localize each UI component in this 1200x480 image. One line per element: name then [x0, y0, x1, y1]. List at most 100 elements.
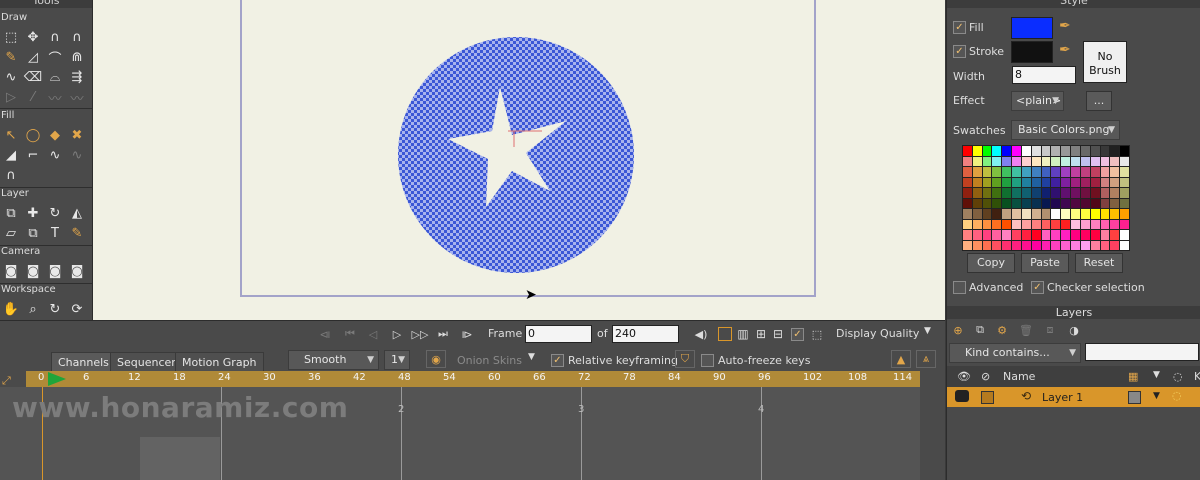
- tab-channels[interactable]: Channels: [51, 352, 116, 372]
- color-swatch[interactable]: [1002, 240, 1012, 250]
- color-swatch[interactable]: [1051, 219, 1061, 229]
- color-swatch[interactable]: [1110, 167, 1120, 177]
- paste-button[interactable]: Paste: [1021, 253, 1069, 273]
- color-swatch[interactable]: [1002, 219, 1012, 229]
- color-swatch[interactable]: [1051, 209, 1061, 219]
- color-swatch[interactable]: [1061, 177, 1071, 187]
- select-points-icon[interactable]: ⬚: [0, 28, 22, 47]
- curvature-icon[interactable]: ∩: [44, 28, 66, 47]
- color-swatch[interactable]: [982, 230, 992, 240]
- color-swatch[interactable]: [972, 156, 982, 166]
- color-swatch[interactable]: [1041, 177, 1051, 187]
- onion-dropdown-arrow-icon[interactable]: ▼: [528, 352, 535, 362]
- color-swatch[interactable]: [1021, 230, 1031, 240]
- color-swatch[interactable]: [1021, 146, 1031, 156]
- color-swatch[interactable]: [972, 240, 982, 250]
- color-swatch[interactable]: [1080, 167, 1090, 177]
- color-swatch[interactable]: [1120, 209, 1129, 219]
- color-swatch[interactable]: [1012, 209, 1021, 219]
- color-swatch[interactable]: [1002, 230, 1012, 240]
- color-swatch[interactable]: [1071, 177, 1080, 187]
- color-swatch[interactable]: [1100, 188, 1110, 198]
- color-swatch[interactable]: [1012, 156, 1021, 166]
- color-swatch[interactable]: [1031, 177, 1041, 187]
- layer-search-input[interactable]: [1085, 343, 1199, 361]
- color-swatch[interactable]: [982, 156, 992, 166]
- expand-up-icon[interactable]: ▲: [891, 350, 911, 368]
- color-swatch[interactable]: [1071, 156, 1080, 166]
- color-swatch[interactable]: [1090, 230, 1100, 240]
- color-swatch[interactable]: [1071, 188, 1080, 198]
- color-swatch[interactable]: [1002, 156, 1012, 166]
- effect-dropdown[interactable]: <plain> ▼: [1011, 91, 1064, 111]
- select-shape-icon[interactable]: ↖: [0, 126, 22, 145]
- color-swatch[interactable]: [972, 198, 982, 208]
- layer-tag-icon[interactable]: ◌: [1172, 389, 1182, 402]
- pan-tilt-camera-icon[interactable]: ◙: [66, 262, 88, 281]
- color-swatch[interactable]: [1080, 198, 1090, 208]
- color-swatch[interactable]: [1031, 146, 1041, 156]
- play-icon[interactable]: ▷: [388, 326, 406, 342]
- color-swatch[interactable]: [1061, 230, 1071, 240]
- color-swatch[interactable]: [1012, 219, 1021, 229]
- duplicate-layer-icon[interactable]: ⧉: [971, 322, 989, 338]
- color-swatch[interactable]: [1041, 167, 1051, 177]
- color-swatch[interactable]: [1110, 156, 1120, 166]
- color-swatch[interactable]: [1090, 188, 1100, 198]
- brush-icon[interactable]: ✎: [66, 224, 88, 243]
- color-swatch[interactable]: [1031, 230, 1041, 240]
- color-swatch[interactable]: [1100, 146, 1110, 156]
- color-swatch[interactable]: [1031, 198, 1041, 208]
- color-swatch[interactable]: [1051, 177, 1061, 187]
- layer-name[interactable]: Layer 1: [1042, 391, 1083, 404]
- color-swatch[interactable]: [992, 230, 1002, 240]
- color-swatch[interactable]: [1071, 219, 1080, 229]
- color-swatch[interactable]: [1090, 198, 1100, 208]
- track-camera-icon[interactable]: ◙: [0, 262, 22, 281]
- color-swatch[interactable]: [972, 167, 982, 177]
- rotate-layer-icon[interactable]: ↻: [44, 204, 66, 223]
- color-swatch[interactable]: [1110, 188, 1120, 198]
- layer-settings-icon[interactable]: ⚙: [993, 322, 1011, 338]
- auto-freeze-checkbox[interactable]: [701, 354, 714, 367]
- color-swatch[interactable]: [1090, 177, 1100, 187]
- stroke-icon[interactable]: ⌐: [22, 146, 44, 165]
- freehand-icon[interactable]: ✎: [0, 48, 22, 67]
- color-swatch[interactable]: [1031, 209, 1041, 219]
- color-swatch[interactable]: [1120, 198, 1129, 208]
- hide-edge-fill-icon[interactable]: ∿: [44, 146, 66, 165]
- tab-sequencer[interactable]: Sequencer: [110, 352, 183, 372]
- color-swatch[interactable]: [1110, 177, 1120, 187]
- roll-camera-icon[interactable]: ◙: [44, 262, 66, 281]
- step-back-icon[interactable]: ⏮: [341, 326, 359, 342]
- fill-color-swatch[interactable]: [1011, 17, 1053, 39]
- color-swatch[interactable]: [1012, 240, 1021, 250]
- timeline-ruler[interactable]: 0 6 12 18 24 30 36 42 48 54 60 66 72 78 84 90 96 102 108 11…: [0, 371, 920, 387]
- interpolation-dropdown[interactable]: Smooth ▼: [288, 350, 379, 370]
- onion-skin-icon[interactable]: ◉: [426, 350, 446, 368]
- color-swatch[interactable]: [1041, 219, 1051, 229]
- color-swatch[interactable]: [1110, 230, 1120, 240]
- step-forward-icon[interactable]: ⏭: [434, 326, 452, 342]
- color-swatch[interactable]: [1002, 177, 1012, 187]
- color-swatch[interactable]: [982, 219, 992, 229]
- collapse-icon[interactable]: ⩓: [916, 350, 936, 368]
- play-marker-icon[interactable]: [48, 372, 66, 386]
- color-swatch[interactable]: [1090, 209, 1100, 219]
- prev-frame-icon[interactable]: ◁: [364, 326, 382, 342]
- swatch-palette[interactable]: [962, 145, 1130, 251]
- bone-icon[interactable]: ⋒: [66, 48, 88, 67]
- set-origin-icon[interactable]: ✚: [22, 204, 44, 223]
- color-swatch[interactable]: [963, 167, 972, 177]
- color-swatch[interactable]: [1080, 156, 1090, 166]
- color-swatch[interactable]: [1041, 156, 1051, 166]
- quad-view-icon[interactable]: ⊞: [752, 326, 770, 342]
- color-swatch[interactable]: [1061, 156, 1071, 166]
- transform-layer-icon[interactable]: ⧉: [0, 204, 22, 223]
- hand-icon[interactable]: ✋: [0, 300, 22, 319]
- total-frames-input[interactable]: 240: [612, 325, 679, 343]
- layer-lock-toggle[interactable]: [981, 391, 994, 404]
- color-swatch[interactable]: [1051, 156, 1061, 166]
- color-swatch[interactable]: [1021, 198, 1031, 208]
- name-column-header[interactable]: Name: [1003, 370, 1035, 383]
